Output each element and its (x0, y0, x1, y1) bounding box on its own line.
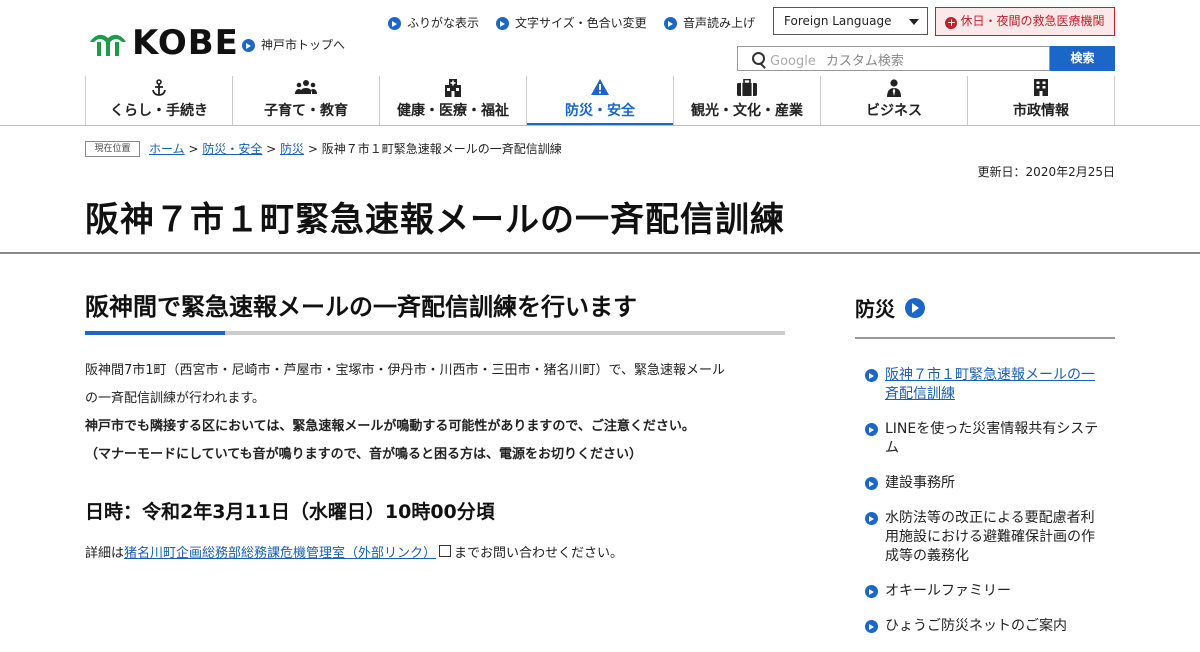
people-icon (295, 80, 317, 94)
search-placeholder-text: カスタム検索 (825, 54, 904, 69)
sidebar-item-hyogo-bousai-net[interactable]: ひょうご防災ネットのご案内 (865, 617, 1105, 636)
body-paragraph-1a: 阪神間7市1町（西宮市・尼崎市・芦屋市・宝塚市・伊丹市・川西市・三田市・猪名川町… (85, 363, 726, 378)
nav-label: 観光・文化・産業 (691, 103, 803, 119)
arrow-circle-icon (865, 369, 878, 382)
sidebar-item-okiru-family[interactable]: オキールファミリー (865, 582, 1105, 601)
breadcrumb-tag: 現在位置 (85, 141, 140, 157)
emergency-label: 休日・夜間の救急医療機関 (960, 14, 1105, 28)
language-select[interactable]: Foreign Language (773, 7, 928, 35)
search-button[interactable]: 検索 (1050, 46, 1115, 71)
sidebar-heading[interactable]: 防災 (855, 293, 925, 322)
updated-date: 更新日：2020年2月25日 (977, 165, 1115, 179)
breadcrumb: ホーム > 防災・安全 > 防災 > 阪神７市１町緊急速報メールの一斉配信訓練 (149, 142, 562, 156)
kobe-logo[interactable]: KOBE (88, 26, 239, 60)
arrow-circle-icon (865, 620, 878, 633)
read-aloud-link[interactable]: 音声読み上げ (664, 14, 755, 31)
sidebar-item-flood-law[interactable]: 水防法等の改正による要配慮者利用施設における避難確保計画の作成等の義務化 (865, 509, 1105, 566)
arrow-circle-icon (865, 423, 878, 436)
nav-item-health[interactable]: 健康・医療・福祉 (379, 76, 526, 125)
detail-paragraph: 詳細は猪名川町企画総務部総務課危機管理室（外部リンク） までお問い合わせください。 (85, 542, 623, 561)
sidebar-item-line-system[interactable]: LINEを使った災害情報共有システム (865, 420, 1105, 458)
search-icon (752, 52, 765, 65)
building-icon (1034, 79, 1048, 96)
google-label: Google (770, 54, 816, 69)
nav-label: 健康・医療・福祉 (397, 103, 509, 119)
chevron-down-icon (909, 19, 919, 25)
businessperson-icon (887, 79, 901, 97)
nav-item-tourism[interactable]: 観光・文化・産業 (673, 76, 820, 125)
furigana-toggle[interactable]: ふりがな表示 (388, 14, 479, 31)
body-paragraph-3: （マナーモードにしていても音が鳴りますので、音が鳴ると困る方は、電源をお切りくだ… (85, 447, 643, 462)
sidebar-list: 阪神７市１町緊急速報メールの一斉配信訓練 LINEを使った災害情報共有システム … (865, 366, 1105, 652)
section-heading: 阪神間で緊急速報メールの一斉配信訓練を行います (85, 293, 637, 321)
detail-prefix: 詳細は (85, 546, 125, 561)
hospital-icon (445, 79, 461, 97)
language-select-value: Foreign Language (784, 14, 892, 28)
nav-item-childcare[interactable]: 子育て・教育 (232, 76, 379, 125)
text-size-color-link[interactable]: 文字サイズ・色合い変更 (496, 14, 647, 31)
nav-label: くらし・手続き (110, 103, 208, 119)
datetime-heading: 日時：令和2年3月11日（水曜日）10時00分頃 (85, 501, 495, 523)
furigana-label: ふりがな表示 (407, 16, 480, 30)
search-input[interactable]: Google カスタム検索 (737, 46, 1050, 71)
heading-underline (85, 331, 785, 335)
body-paragraph-2: 神戸市でも隣接する区においては、緊急速報メールが鳴動する可能性がありますので、ご… (85, 419, 695, 434)
arrow-circle-icon (496, 17, 509, 30)
sidebar-divider (855, 337, 1115, 339)
nav-item-living[interactable]: くらし・手続き (85, 76, 232, 125)
sidebar-item-label: ひょうご防災ネットのご案内 (885, 618, 1067, 634)
logo-text: KOBE (132, 23, 239, 63)
read-aloud-label: 音声読み上げ (683, 16, 756, 30)
arrow-circle-icon (865, 512, 878, 525)
arrow-circle-icon (664, 17, 677, 30)
nav-label: 防災・安全 (565, 103, 635, 119)
anchor-icon (152, 79, 166, 96)
sidebar-item-label: LINEを使った災害情報共有システム (885, 421, 1099, 456)
arrow-circle-icon (242, 39, 255, 52)
sidebar-item-label: オキールファミリー (885, 583, 1011, 599)
external-link-icon (439, 545, 452, 557)
sidebar-item-label: 建設事務所 (885, 475, 955, 491)
sidebar-item-construction-office[interactable]: 建設事務所 (865, 474, 1105, 493)
warning-icon (591, 79, 609, 95)
page-title: 阪神７市１町緊急速報メールの一斉配信訓練 (85, 200, 785, 240)
sidebar-item-label: 阪神７市１町緊急速報メールの一斉配信訓練 (885, 367, 1095, 402)
sidebar-heading-label: 防災 (855, 297, 895, 321)
external-contact-link[interactable]: 猪名川町企画総務部総務課危機管理室（外部リンク） (124, 546, 436, 561)
medical-cross-icon: + (945, 16, 958, 29)
arrow-circle-icon (865, 477, 878, 490)
nav-label: 子育て・教育 (264, 103, 348, 119)
nav-item-disaster-safety[interactable]: 防災・安全 (526, 76, 673, 126)
detail-suffix: までお問い合わせください。 (454, 546, 624, 561)
sidebar-item-label: 水防法等の改正による要配慮者利用施設における避難確保計画の作成等の義務化 (885, 510, 1095, 564)
global-nav: くらし・手続き 子育て・教育 健康・医療・福祉 防災・安全 観光・文化・産業 ビ… (85, 76, 1115, 126)
city-top-link[interactable]: 神戸市トップへ (242, 36, 345, 53)
body-paragraph-1b: の一斉配信訓練が行われます。 (85, 391, 266, 406)
search-placeholder: Google カスタム検索 (770, 50, 904, 69)
breadcrumb-current: 阪神７市１町緊急速報メールの一斉配信訓練 (321, 142, 562, 156)
arrow-circle-icon (865, 585, 878, 598)
text-size-label: 文字サイズ・色合い変更 (515, 16, 647, 30)
nav-label: ビジネス (866, 103, 922, 119)
emergency-medical-button[interactable]: + 休日・夜間の救急医療機関 (935, 7, 1115, 36)
suitcase-icon (737, 79, 757, 96)
kobe-emblem-icon (90, 34, 126, 56)
title-divider (0, 252, 1200, 254)
breadcrumb-disaster-safety[interactable]: 防災・安全 (202, 142, 262, 156)
nav-item-city-info[interactable]: 市政情報 (967, 76, 1115, 125)
nav-label: 市政情報 (1013, 103, 1069, 119)
arrow-circle-icon (388, 17, 401, 30)
breadcrumb-disaster[interactable]: 防災 (280, 142, 304, 156)
nav-divider (0, 125, 1200, 126)
breadcrumb-home[interactable]: ホーム (149, 142, 185, 156)
sidebar-item-current[interactable]: 阪神７市１町緊急速報メールの一斉配信訓練 (865, 366, 1105, 404)
city-top-link-label: 神戸市トップへ (261, 38, 346, 52)
nav-item-business[interactable]: ビジネス (820, 76, 967, 125)
arrow-circle-icon (905, 297, 925, 318)
